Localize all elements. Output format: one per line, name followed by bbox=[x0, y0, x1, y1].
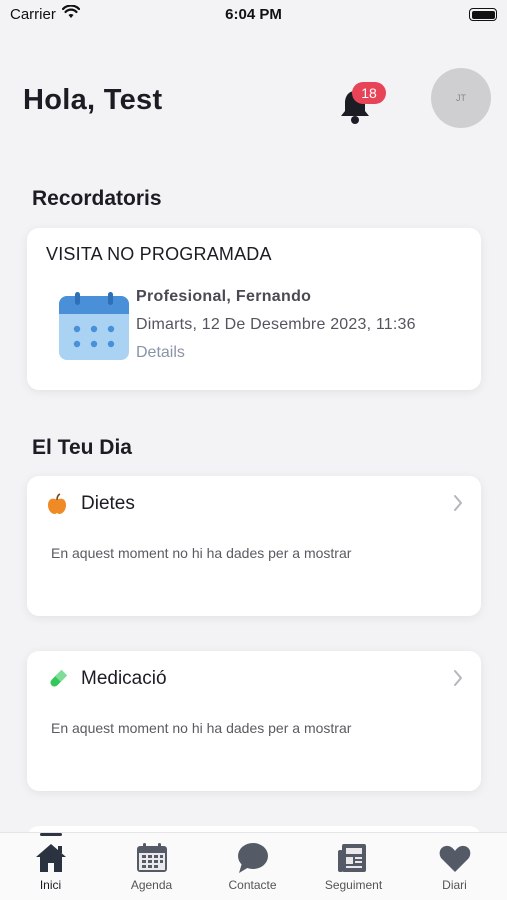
active-tab-indicator bbox=[40, 833, 62, 836]
tab-bar: Inici Agenda Contacte Seguiment Diari bbox=[0, 832, 507, 900]
greeting-title: Hola, Test bbox=[23, 84, 163, 116]
tab-seguiment[interactable]: Seguiment bbox=[303, 833, 404, 900]
status-bar: Carrier 6:04 PM bbox=[0, 0, 507, 30]
tab-label-seguiment: Seguiment bbox=[324, 878, 383, 892]
tab-diari[interactable]: Diari bbox=[404, 833, 505, 900]
chevron-right-icon[interactable] bbox=[453, 494, 463, 512]
tab-label-contacte: Contacte bbox=[228, 878, 277, 892]
pill-icon bbox=[50, 669, 68, 687]
home-icon bbox=[36, 844, 66, 872]
clock: 6:04 PM bbox=[225, 6, 282, 23]
tab-inici[interactable]: Inici bbox=[0, 833, 101, 900]
reminder-card[interactable]: VISITA NO PROGRAMADA Profesional, Fernan… bbox=[27, 228, 481, 390]
tab-label-agenda: Agenda bbox=[130, 878, 173, 892]
reminder-type: VISITA NO PROGRAMADA bbox=[46, 244, 272, 264]
tab-agenda[interactable]: Agenda bbox=[101, 833, 202, 900]
chevron-right-icon[interactable] bbox=[453, 669, 463, 687]
apple-icon bbox=[48, 493, 66, 514]
reminders-section-title: Recordatoris bbox=[32, 187, 162, 210]
avatar[interactable]: JT bbox=[431, 68, 491, 128]
chat-icon bbox=[238, 843, 268, 873]
appointment-datetime: Dimarts, 12 De Desembre 2023, 11:36 bbox=[136, 316, 416, 333]
medication-empty-message: En aquest moment no hi ha dades per a mo… bbox=[51, 720, 352, 736]
heart-icon bbox=[439, 845, 471, 872]
details-link[interactable]: Details bbox=[136, 344, 185, 362]
calendar-icon bbox=[59, 292, 129, 360]
diets-empty-message: En aquest moment no hi ha dades per a mo… bbox=[51, 545, 352, 561]
tab-label-inici: Inici bbox=[39, 878, 62, 892]
battery-icon bbox=[469, 8, 497, 21]
diets-card[interactable]: Dietes En aquest moment no hi ha dades p… bbox=[27, 476, 481, 616]
diets-title: Dietes bbox=[81, 493, 135, 514]
tab-label-diari: Diari bbox=[442, 878, 467, 892]
medication-title: Medicació bbox=[81, 668, 167, 689]
notification-badge: 18 bbox=[352, 82, 386, 104]
calendar-icon bbox=[137, 843, 167, 872]
tab-contacte[interactable]: Contacte bbox=[202, 833, 303, 900]
professional-name: Profesional, Fernando bbox=[136, 288, 312, 305]
your-day-section-title: El Teu Dia bbox=[32, 436, 132, 459]
medication-card[interactable]: Medicació En aquest moment no hi ha dade… bbox=[27, 651, 481, 791]
newspaper-icon bbox=[338, 844, 366, 872]
